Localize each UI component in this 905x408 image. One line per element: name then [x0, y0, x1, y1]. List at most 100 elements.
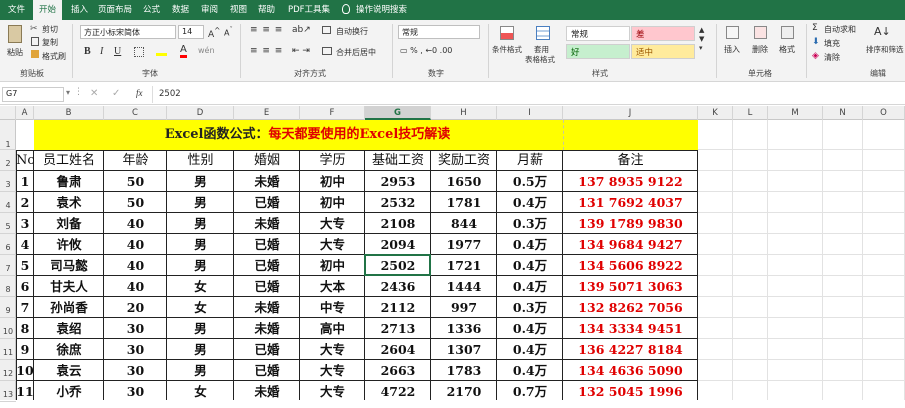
data-cell[interactable]: 男: [167, 192, 234, 213]
tab-help[interactable]: 帮助: [258, 3, 275, 15]
style-bad[interactable]: 差: [631, 26, 695, 41]
underline-button[interactable]: U: [114, 46, 121, 57]
data-cell[interactable]: 1336: [431, 318, 497, 339]
style-good[interactable]: 好: [566, 44, 630, 59]
column-header[interactable]: F: [300, 106, 365, 120]
remark-cell[interactable]: 131 7692 4037: [563, 192, 698, 213]
data-cell[interactable]: 844: [431, 213, 497, 234]
row-header[interactable]: 6: [0, 234, 16, 255]
data-cell[interactable]: 已婚: [234, 360, 300, 381]
data-cell[interactable]: 0.3万: [497, 297, 563, 318]
tab-view[interactable]: 视图: [230, 3, 247, 15]
cut-button[interactable]: 剪切: [42, 24, 58, 35]
name-box[interactable]: G7: [2, 87, 64, 102]
row-header[interactable]: 8: [0, 276, 16, 297]
tab-insert[interactable]: 插入: [71, 3, 88, 15]
remark-cell[interactable]: 134 5606 8922: [563, 255, 698, 276]
data-cell[interactable]: 8: [16, 318, 34, 339]
tab-home[interactable]: 开始: [33, 0, 63, 20]
tab-formulas[interactable]: 公式: [143, 3, 160, 15]
delete-button[interactable]: 删除: [752, 44, 768, 55]
data-cell[interactable]: 高中: [300, 318, 365, 339]
format-painter-button[interactable]: 格式刷: [42, 51, 66, 62]
format-button[interactable]: 格式: [779, 44, 795, 55]
data-cell[interactable]: 4: [16, 234, 34, 255]
data-cell[interactable]: 已婚: [234, 255, 300, 276]
column-header[interactable]: J: [563, 106, 698, 120]
data-cell[interactable]: 初中: [300, 171, 365, 192]
font-name-select[interactable]: 方正小标宋简体: [80, 25, 176, 39]
column-header[interactable]: A: [16, 106, 34, 120]
data-cell[interactable]: 7: [16, 297, 34, 318]
data-cell[interactable]: 男: [167, 213, 234, 234]
row-header[interactable]: 10: [0, 318, 16, 339]
remark-cell[interactable]: 132 5045 1996: [563, 381, 698, 400]
header-cell[interactable]: 月薪: [497, 150, 563, 171]
data-cell[interactable]: 2108: [365, 213, 431, 234]
row-header[interactable]: 12: [0, 360, 16, 381]
data-cell[interactable]: 0.4万: [497, 192, 563, 213]
align-horizontal-icons[interactable]: ≡ ≡ ≡: [250, 46, 283, 56]
data-cell[interactable]: 甘夫人: [34, 276, 104, 297]
data-cell[interactable]: 袁绍: [34, 318, 104, 339]
data-cell[interactable]: 中专: [300, 297, 365, 318]
data-cell[interactable]: 0.4万: [497, 255, 563, 276]
data-cell[interactable]: 0.4万: [497, 276, 563, 297]
formula-input[interactable]: 2502: [152, 86, 905, 103]
data-cell[interactable]: 未婚: [234, 318, 300, 339]
data-cell[interactable]: 女: [167, 381, 234, 400]
data-cell[interactable]: 1444: [431, 276, 497, 297]
header-cell[interactable]: No: [16, 150, 34, 171]
data-cell[interactable]: 男: [167, 339, 234, 360]
data-cell[interactable]: 2713: [365, 318, 431, 339]
copy-button[interactable]: 复制: [42, 37, 58, 48]
cancel-icon[interactable]: ✕: [90, 88, 98, 99]
data-cell[interactable]: 6: [16, 276, 34, 297]
data-cell[interactable]: 997: [431, 297, 497, 318]
data-cell[interactable]: 大专: [300, 234, 365, 255]
insert-function-button[interactable]: fx: [136, 88, 143, 98]
remark-cell[interactable]: 139 5071 3063: [563, 276, 698, 297]
borders-icon[interactable]: [134, 47, 144, 57]
data-cell[interactable]: 1977: [431, 234, 497, 255]
row-header[interactable]: 9: [0, 297, 16, 318]
data-cell[interactable]: 1: [16, 171, 34, 192]
tell-me-search[interactable]: 操作说明搜索: [356, 3, 407, 15]
number-format-select[interactable]: 常规: [398, 25, 480, 39]
tab-data[interactable]: 数据: [172, 3, 189, 15]
font-color-icon[interactable]: A: [180, 45, 187, 58]
remark-cell[interactable]: 137 8935 9122: [563, 171, 698, 192]
data-cell[interactable]: 小乔: [34, 381, 104, 400]
sort-filter-button[interactable]: 排序和筛选: [866, 44, 904, 55]
merge-center-button[interactable]: 合并后居中: [336, 47, 376, 58]
header-cell[interactable]: 婚姻: [234, 150, 300, 171]
worksheet-grid[interactable]: Excel函数公式：每天都要使用的Excel技巧解读 No 员工姓名 年龄 性别 婚姻学…: [16, 120, 905, 400]
header-cell[interactable]: 员工姓名: [34, 150, 104, 171]
data-cell[interactable]: 1721: [431, 255, 497, 276]
data-cell[interactable]: 司马懿: [34, 255, 104, 276]
remark-cell[interactable]: 136 4227 8184: [563, 339, 698, 360]
autosum-button[interactable]: 自动求和: [824, 24, 856, 35]
data-cell[interactable]: 大本: [300, 276, 365, 297]
data-cell[interactable]: 2532: [365, 192, 431, 213]
row-header[interactable]: 5: [0, 213, 16, 234]
data-cell[interactable]: 0.4万: [497, 339, 563, 360]
data-cell[interactable]: 9: [16, 339, 34, 360]
data-cell[interactable]: 未婚: [234, 171, 300, 192]
column-header[interactable]: K: [698, 106, 733, 120]
data-cell[interactable]: 1307: [431, 339, 497, 360]
clear-button[interactable]: 清除: [824, 52, 840, 63]
remark-cell[interactable]: 134 9684 9427: [563, 234, 698, 255]
data-cell[interactable]: 2436: [365, 276, 431, 297]
data-cell[interactable]: 0.7万: [497, 381, 563, 400]
header-cell[interactable]: 学历: [300, 150, 365, 171]
data-cell[interactable]: 2953: [365, 171, 431, 192]
data-cell[interactable]: 50: [104, 171, 167, 192]
column-header[interactable]: E: [234, 106, 300, 120]
row-header[interactable]: 4: [0, 192, 16, 213]
wrap-text-button[interactable]: 自动换行: [336, 26, 368, 37]
data-cell[interactable]: 2663: [365, 360, 431, 381]
data-cell[interactable]: 徐庶: [34, 339, 104, 360]
remark-cell[interactable]: 132 8262 7056: [563, 297, 698, 318]
conditional-format-button[interactable]: 条件格式: [492, 44, 522, 55]
